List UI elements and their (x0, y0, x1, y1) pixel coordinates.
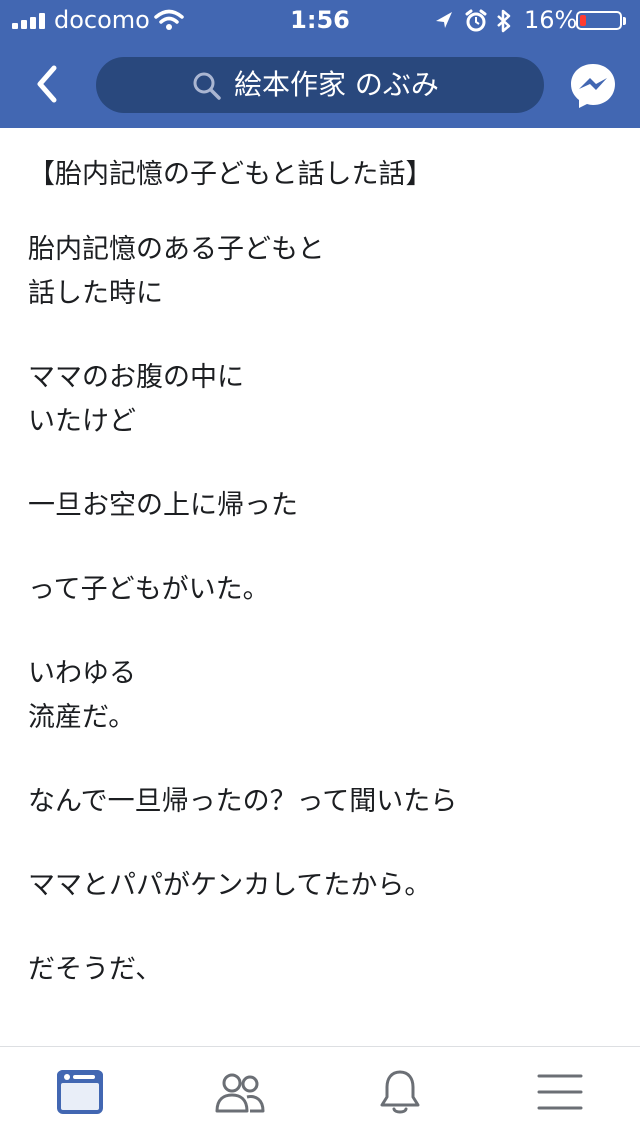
post-title: 【胎内記憶の子どもと話した話】 (28, 159, 433, 190)
post-line: 一旦お空の上に帰った (28, 490, 298, 521)
search-query: 絵本作家 のぶみ (234, 68, 439, 101)
post-line: なんで一旦帰ったの？って聞いたら (28, 786, 458, 817)
post-paragraph: いわゆる 流産だ。 (28, 652, 136, 740)
status-bar: docomo 1:56 16% (0, 0, 640, 40)
menu-icon (537, 1074, 583, 1110)
post-paragraph: 一旦お空の上に帰った (28, 484, 298, 528)
post-line: ママとパパがケンカしてたから。 (28, 870, 432, 901)
battery-level (580, 15, 586, 26)
notifications-icon (380, 1070, 420, 1114)
post-paragraph: ママのお腹の中に いたけど (28, 356, 244, 444)
tab-menu[interactable] (480, 1047, 640, 1137)
post-paragraph: 胎内記憶のある子どもと 話した時に (28, 228, 324, 316)
tab-bar (0, 1046, 640, 1137)
post-line: いわゆる (28, 658, 136, 689)
tab-news-feed[interactable] (0, 1047, 160, 1137)
post-line: だそうだ、 (28, 954, 163, 985)
back-arrow-icon[interactable] (28, 62, 68, 106)
post-content: 【胎内記憶の子どもと話した話】 胎内記憶のある子どもと 話した時に ママのお腹の中に… (0, 128, 640, 1046)
status-icons (436, 9, 511, 33)
tab-friends[interactable] (160, 1047, 320, 1137)
news-feed-icon (57, 1070, 103, 1114)
post-line: いたけど (28, 406, 136, 437)
search-icon (193, 72, 221, 100)
post-line: 話した時に (28, 278, 163, 309)
search-bar[interactable]: 絵本作家 のぶみ (96, 57, 544, 113)
post-paragraph: だそうだ、 (28, 948, 162, 992)
post-line: って子どもがいた。 (28, 574, 270, 605)
alarm-icon (465, 9, 487, 32)
location-arrow-icon (436, 12, 452, 28)
post-paragraph: なんで一旦帰ったの？って聞いたら (28, 780, 457, 824)
friends-icon (215, 1073, 265, 1113)
battery-icon (576, 11, 626, 30)
post-line: ママのお腹の中に (28, 362, 244, 393)
post-line: 流産だ。 (28, 702, 136, 733)
messenger-icon[interactable] (568, 61, 618, 111)
post-paragraph: って子どもがいた。 (28, 568, 270, 612)
post-line: 胎内記憶のある子どもと (28, 234, 325, 265)
tab-notifications[interactable] (320, 1047, 480, 1137)
top-bar: docomo 1:56 16% 絵本作家 のぶみ (0, 0, 640, 128)
bluetooth-icon (497, 9, 511, 33)
post-paragraph: ママとパパがケンカしてたから。 (28, 864, 431, 908)
battery-percent: 16% (524, 6, 578, 34)
